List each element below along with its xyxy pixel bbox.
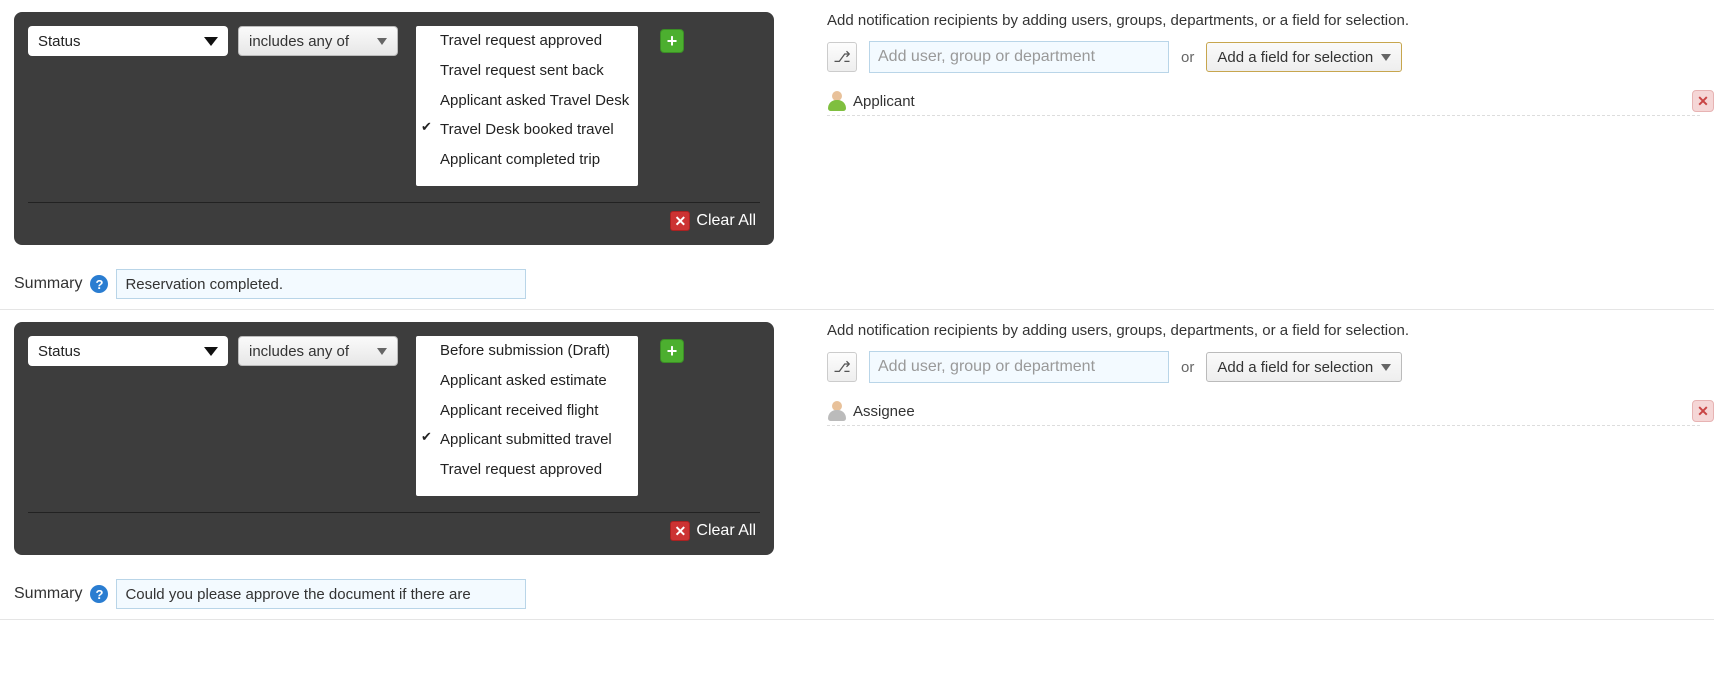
field-select-label: Status	[38, 343, 81, 360]
operator-select-label: includes any of	[249, 33, 349, 50]
remove-recipient-button[interactable]: ✕	[1692, 90, 1714, 112]
operator-select-2[interactable]: includes any of	[238, 336, 398, 366]
summary-label: Summary	[14, 585, 82, 603]
recipient-chip-2: Assignee	[827, 397, 1700, 426]
value-listbox-1[interactable]: Travel request approvedTravel request se…	[416, 26, 638, 186]
divider	[28, 202, 760, 203]
recipient-chip-1: Applicant	[827, 87, 1700, 116]
remove-recipient-button[interactable]: ✕	[1692, 400, 1714, 422]
add-condition-button[interactable]: +	[660, 339, 684, 363]
clear-all-icon[interactable]: ✕	[670, 211, 690, 231]
help-icon[interactable]: ?	[90, 275, 108, 293]
operator-select-label: includes any of	[249, 343, 349, 360]
org-tree-icon: ⎇	[833, 48, 850, 66]
recipient-input-2[interactable]	[869, 351, 1169, 383]
recipient-instruction: Add notification recipients by adding us…	[827, 12, 1700, 29]
clear-all-button[interactable]: Clear All	[696, 522, 756, 540]
chevron-down-icon	[377, 38, 387, 45]
recipient-instruction: Add notification recipients by adding us…	[827, 322, 1700, 339]
help-icon[interactable]: ?	[90, 585, 108, 603]
person-icon	[827, 91, 847, 111]
add-field-selection-button-2[interactable]: Add a field for selection	[1206, 352, 1402, 382]
add-field-selection-label: Add a field for selection	[1217, 359, 1373, 376]
clear-all-button[interactable]: Clear All	[696, 212, 756, 230]
person-icon	[827, 401, 847, 421]
summary-input-2[interactable]	[116, 579, 526, 609]
add-field-selection-button-1[interactable]: Add a field for selection	[1206, 42, 1402, 72]
list-item[interactable]: Applicant asked estimate	[416, 366, 638, 396]
chevron-down-icon	[1381, 54, 1391, 61]
list-item[interactable]: Before submission (Draft)	[416, 336, 638, 366]
org-picker-button[interactable]: ⎇	[827, 42, 857, 72]
list-item[interactable]: Travel request approved	[416, 26, 638, 56]
list-item[interactable]: Applicant submitted travel	[416, 425, 638, 455]
summary-label: Summary	[14, 275, 82, 293]
list-item[interactable]: Travel request sent back	[416, 56, 638, 86]
list-item[interactable]: Applicant asked Travel Desk	[416, 86, 638, 116]
list-item[interactable]: Applicant completed trip	[416, 145, 638, 175]
chevron-down-icon	[1381, 364, 1391, 371]
add-condition-button[interactable]: +	[660, 29, 684, 53]
or-label: or	[1181, 359, 1194, 376]
operator-select-1[interactable]: includes any of	[238, 26, 398, 56]
field-select-2[interactable]: Status	[28, 336, 228, 366]
plus-icon: +	[667, 341, 678, 362]
field-select-1[interactable]: Status	[28, 26, 228, 56]
recipient-name: Applicant	[853, 93, 915, 110]
recipient-name: Assignee	[853, 403, 915, 420]
condition-panel-1: Status includes any of Travel request ap…	[14, 12, 774, 245]
condition-panel-2: Status includes any of Before submission…	[14, 322, 774, 555]
value-listbox-2[interactable]: Before submission (Draft)Applicant asked…	[416, 336, 638, 496]
list-item[interactable]: Travel Desk booked travel	[416, 115, 638, 145]
or-label: or	[1181, 49, 1194, 66]
field-select-label: Status	[38, 33, 81, 50]
org-tree-icon: ⎇	[833, 358, 850, 376]
add-field-selection-label: Add a field for selection	[1217, 49, 1373, 66]
divider	[28, 512, 760, 513]
recipient-input-1[interactable]	[869, 41, 1169, 73]
org-picker-button[interactable]: ⎇	[827, 352, 857, 382]
chevron-down-icon	[204, 37, 218, 46]
chevron-down-icon	[204, 347, 218, 356]
chevron-down-icon	[377, 348, 387, 355]
clear-all-icon[interactable]: ✕	[670, 521, 690, 541]
list-item[interactable]: Applicant received flight	[416, 396, 638, 426]
plus-icon: +	[667, 31, 678, 52]
list-item[interactable]: Travel request approved	[416, 455, 638, 485]
summary-input-1[interactable]	[116, 269, 526, 299]
